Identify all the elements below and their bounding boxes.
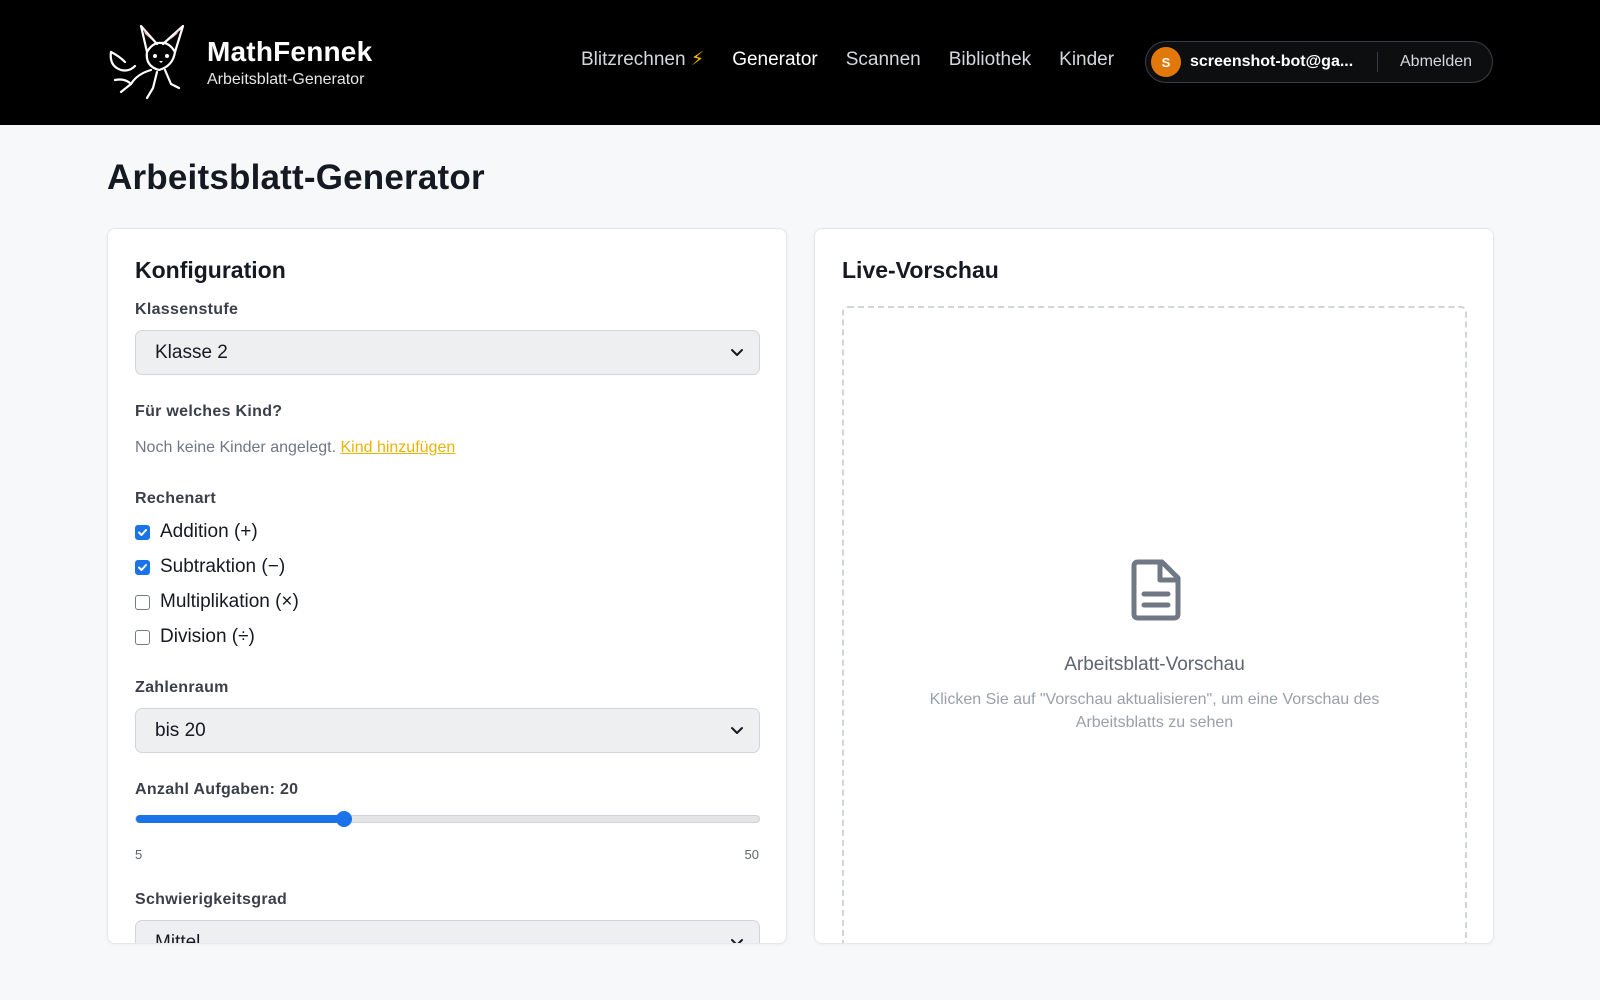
task-count-label: Anzahl Aufgaben: 20 bbox=[135, 781, 299, 798]
user-email[interactable]: screenshot-bot@ga... bbox=[1190, 53, 1364, 71]
brand[interactable]: MathFennek Arbeitsblatt-Generator bbox=[107, 22, 372, 102]
logout-button[interactable]: Abmelden bbox=[1400, 53, 1472, 71]
number-range-select[interactable]: bis 20 bbox=[135, 708, 760, 753]
user-menu: S screenshot-bot@ga... Abmelden bbox=[1145, 41, 1493, 83]
preview-placeholder-title: Arbeitsblatt-Vorschau bbox=[1064, 654, 1245, 675]
avatar[interactable]: S bbox=[1151, 47, 1181, 77]
configuration-title: Konfiguration bbox=[135, 257, 286, 283]
nav-item-label: Blitzrechnen bbox=[581, 49, 686, 70]
grade-select-value: Klasse 2 bbox=[155, 341, 228, 363]
add-child-link[interactable]: Kind hinzufügen bbox=[340, 439, 455, 456]
checkbox-subtraction[interactable]: Subtraktion (−) bbox=[135, 556, 285, 578]
difficulty-label: Schwierigkeitsgrad bbox=[135, 891, 288, 908]
configuration-card: Konfiguration Klassenstufe Klasse 2 Für … bbox=[107, 228, 787, 944]
number-range-label: Zahlenraum bbox=[135, 679, 229, 696]
slider-thumb[interactable] bbox=[335, 811, 352, 827]
operation-label: Rechenart bbox=[135, 490, 216, 507]
nav-item-bibliothek[interactable]: Bibliothek bbox=[949, 49, 1031, 71]
number-range-value: bis 20 bbox=[155, 719, 206, 741]
checkbox-multiplication[interactable]: Multiplikation (×) bbox=[135, 591, 299, 613]
preview-title: Live-Vorschau bbox=[842, 257, 999, 283]
checkbox-label: Multiplikation (×) bbox=[160, 591, 299, 612]
checkbox-unchecked-icon[interactable] bbox=[135, 594, 150, 610]
slider-fill bbox=[136, 815, 344, 823]
checkbox-division[interactable]: Division (÷) bbox=[135, 626, 255, 648]
chevron-down-icon bbox=[731, 727, 743, 734]
main-nav: Blitzrechnen ⚡ Generator Scannen Bibliot… bbox=[581, 48, 1142, 71]
checkbox-checked-icon[interactable] bbox=[135, 559, 150, 575]
grade-select[interactable]: Klasse 2 bbox=[135, 330, 760, 375]
child-label: Für welches Kind? bbox=[135, 403, 283, 420]
chevron-down-icon bbox=[731, 939, 743, 943]
checkbox-label: Addition (+) bbox=[160, 521, 258, 542]
checkbox-addition[interactable]: Addition (+) bbox=[135, 521, 258, 543]
lightning-icon: ⚡ bbox=[690, 49, 705, 70]
preview-card: Live-Vorschau Arbeitsblatt-Vorschau Klic… bbox=[814, 228, 1494, 944]
chevron-down-icon bbox=[731, 349, 743, 356]
checkbox-unchecked-icon[interactable] bbox=[135, 629, 150, 645]
top-navigation-bar: MathFennek Arbeitsblatt-Generator Blitzr… bbox=[0, 0, 1600, 125]
preview-placeholder-text: Klicken Sie auf "Vorschau aktualisieren"… bbox=[929, 691, 1380, 731]
nav-item-blitzrechnen[interactable]: Blitzrechnen ⚡ bbox=[581, 48, 704, 71]
grade-label: Klassenstufe bbox=[135, 301, 239, 318]
fennec-logo-icon bbox=[109, 24, 185, 100]
difficulty-value: Mittel bbox=[155, 931, 201, 944]
nav-item-kinder[interactable]: Kinder bbox=[1059, 49, 1114, 71]
child-empty-text: Noch keine Kinder angelegt. bbox=[135, 439, 337, 456]
slider-max-label: 50 bbox=[744, 847, 759, 862]
brand-name: MathFennek bbox=[207, 36, 373, 67]
nav-item-generator[interactable]: Generator bbox=[732, 49, 818, 71]
difficulty-select[interactable]: Mittel bbox=[135, 920, 760, 944]
checkbox-label: Subtraktion (−) bbox=[160, 556, 286, 577]
nav-item-scannen[interactable]: Scannen bbox=[846, 49, 921, 71]
document-icon bbox=[1131, 559, 1181, 621]
task-count-slider[interactable] bbox=[135, 811, 760, 827]
checkbox-label: Division (÷) bbox=[160, 626, 255, 647]
brand-subtitle: Arbeitsblatt-Generator bbox=[207, 71, 365, 88]
slider-min-label: 5 bbox=[135, 847, 143, 862]
divider bbox=[1377, 52, 1378, 72]
checkbox-checked-icon[interactable] bbox=[135, 524, 150, 540]
page-title: Arbeitsblatt-Generator bbox=[107, 158, 485, 197]
preview-area: Arbeitsblatt-Vorschau Klicken Sie auf "V… bbox=[842, 306, 1467, 943]
child-helper-text: Noch keine Kinder angelegt. Kind hinzufü… bbox=[135, 439, 455, 457]
